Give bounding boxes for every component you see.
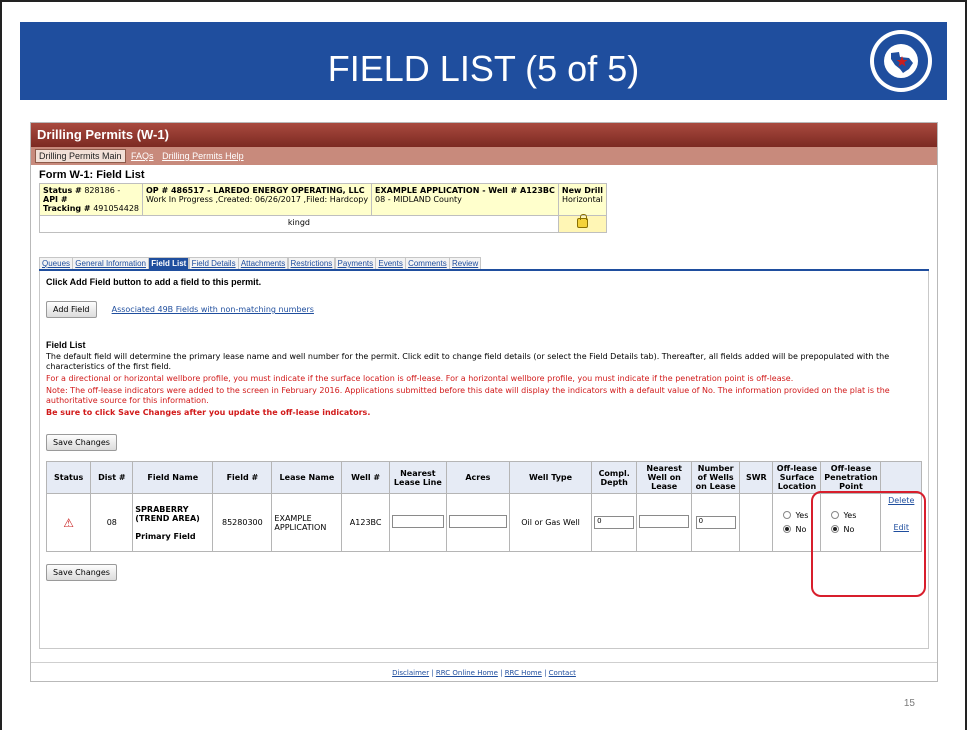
footer-rrc-home-link[interactable]: RRC Home: [505, 669, 542, 677]
swr-cell: [739, 493, 774, 552]
col-number-of-wells: Number of Wells on Lease: [691, 461, 741, 494]
col-well-num: Well #: [341, 461, 390, 494]
col-off-lease-surface: Off-lease Surface Location: [772, 461, 822, 494]
tab-general-information[interactable]: General Information: [72, 257, 149, 269]
col-lease-name: Lease Name: [271, 461, 343, 494]
footer-rrc-online-home-link[interactable]: RRC Online Home: [436, 669, 498, 677]
warning-icon: ⚠: [63, 515, 75, 530]
nearest-lease-line-input[interactable]: [391, 515, 444, 528]
field-list-table: Status Dist # Field Name Field # Lease N…: [45, 461, 922, 552]
save-changes-button-bottom[interactable]: Save Changes: [46, 564, 117, 581]
slide-title: FIELD LIST (5 of 5): [327, 48, 640, 89]
status-cell: ⚠: [45, 493, 92, 552]
col-field-name: Field Name: [132, 461, 214, 494]
tab-field-list[interactable]: Field List: [148, 257, 190, 269]
slide-page-number: 15: [903, 698, 915, 709]
well-num-cell: A123BC: [341, 493, 390, 552]
app-nav: Drilling Permits Main FAQs Drilling Perm…: [31, 147, 937, 165]
rrc-seal-icon: [870, 30, 932, 92]
footer-disclaimer-link[interactable]: Disclaimer: [392, 669, 429, 677]
off-lease-requirement-text: For a directional or horizontal wellbore…: [46, 374, 794, 383]
col-nearest-lease-line: Nearest Lease Line: [388, 461, 447, 494]
nav-drilling-permits-help[interactable]: Drilling Permits Help: [159, 150, 247, 162]
compl-depth-cell: 0: [591, 493, 638, 552]
table-header-row: Status Dist # Field Name Field # Lease N…: [45, 461, 922, 494]
col-acres: Acres: [445, 461, 510, 494]
col-off-lease-penetration: Off-lease Penetration Point: [820, 461, 882, 494]
tab-comments[interactable]: Comments: [405, 257, 450, 269]
tab-field-details[interactable]: Field Details: [188, 257, 239, 269]
app-header: Drilling Permits (W-1): [31, 123, 937, 147]
application-cell: EXAMPLE APPLICATION - Well # A123BC 08 -…: [371, 183, 559, 216]
col-swr: SWR: [739, 461, 774, 494]
tab-restrictions[interactable]: Restrictions: [287, 257, 336, 269]
field-list-content: Click Add Field button to add a field to…: [39, 271, 929, 649]
footer-contact-link[interactable]: Contact: [549, 669, 576, 677]
rrc-app-screenshot: Drilling Permits (W-1) Drilling Permits …: [30, 122, 938, 682]
field-num-cell: 85280300: [212, 493, 273, 552]
field-name-cell: SPRABERRY (TREND AREA) Primary Field: [132, 493, 214, 552]
col-compl-depth: Compl. Depth: [591, 461, 638, 494]
compl-depth-input[interactable]: 0: [594, 516, 635, 529]
tab-queues[interactable]: Queues: [39, 257, 74, 269]
instruction-text: Click Add Field button to add a field to…: [46, 277, 262, 287]
associated-49b-link[interactable]: Associated 49B Fields with non-matching …: [112, 305, 314, 314]
nav-faqs[interactable]: FAQs: [128, 150, 157, 162]
user-cell: kingd: [39, 215, 559, 233]
col-actions: [880, 461, 922, 494]
number-of-wells-input[interactable]: 0: [695, 516, 736, 529]
save-changes-button-top[interactable]: Save Changes: [46, 434, 117, 451]
status-cell: Status # 828186 - API # Tracking # 49105…: [39, 183, 143, 216]
title-banner: FIELD LIST (5 of 5): [20, 22, 947, 100]
nav-drilling-permits-main[interactable]: Drilling Permits Main: [35, 149, 126, 163]
tab-attachments[interactable]: Attachments: [237, 257, 289, 269]
default-field-text: The default field will determine the pri…: [46, 352, 890, 371]
nearest-well-cell: [636, 493, 693, 552]
save-reminder-text: Be sure to click Save Changes after you …: [46, 408, 371, 417]
nearest-well-input[interactable]: [639, 515, 690, 528]
lock-icon[interactable]: [576, 214, 588, 228]
off-lease-note-text: Note: The off-lease indicators were adde…: [46, 386, 890, 405]
tab-payments[interactable]: Payments: [334, 257, 377, 269]
lock-cell[interactable]: [557, 214, 608, 233]
tab-review[interactable]: Review: [448, 257, 482, 269]
app-footer: Disclaimer | RRC Online Home | RRC Home …: [31, 662, 937, 677]
nearest-lease-line-cell: [388, 493, 447, 552]
field-list-heading: Field List: [46, 340, 86, 350]
field-name: SPRABERRY (TREND AREA): [135, 504, 200, 523]
col-nearest-well: Nearest Well on Lease: [636, 461, 693, 494]
primary-field-label: Primary Field: [135, 531, 196, 541]
off-lease-highlight-box: [811, 491, 926, 597]
acres-cell: [445, 493, 510, 552]
table-row: ⚠ 08 SPRABERRY (TREND AREA) Primary Fiel…: [45, 493, 922, 552]
lease-name-cell: EXAMPLE APPLICATION: [271, 493, 343, 552]
operator-cell: OP # 486517 - LAREDO ENERGY OPERATING, L…: [141, 183, 373, 216]
col-dist: Dist #: [90, 461, 134, 494]
col-well-type: Well Type: [508, 461, 593, 494]
number-of-wells-cell: 0: [691, 493, 741, 552]
well-type-cell: Oil or Gas Well: [508, 493, 593, 552]
acres-input[interactable]: [448, 515, 507, 528]
surface-yes-radio[interactable]: [783, 511, 792, 519]
surface-no-radio[interactable]: [783, 525, 792, 533]
add-field-button[interactable]: Add Field: [46, 301, 97, 318]
col-field-num: Field #: [212, 461, 273, 494]
tab-bar: Queues General Information Field List Fi…: [39, 257, 929, 271]
permit-type-cell: New Drill Horizontal: [557, 183, 608, 216]
dist-cell: 08: [90, 493, 134, 552]
col-status: Status: [45, 461, 92, 494]
form-title: Form W-1: Field List: [39, 169, 145, 181]
tab-events[interactable]: Events: [375, 257, 406, 269]
permit-info-table: Status # 828186 - API # Tracking # 49105…: [39, 183, 608, 233]
